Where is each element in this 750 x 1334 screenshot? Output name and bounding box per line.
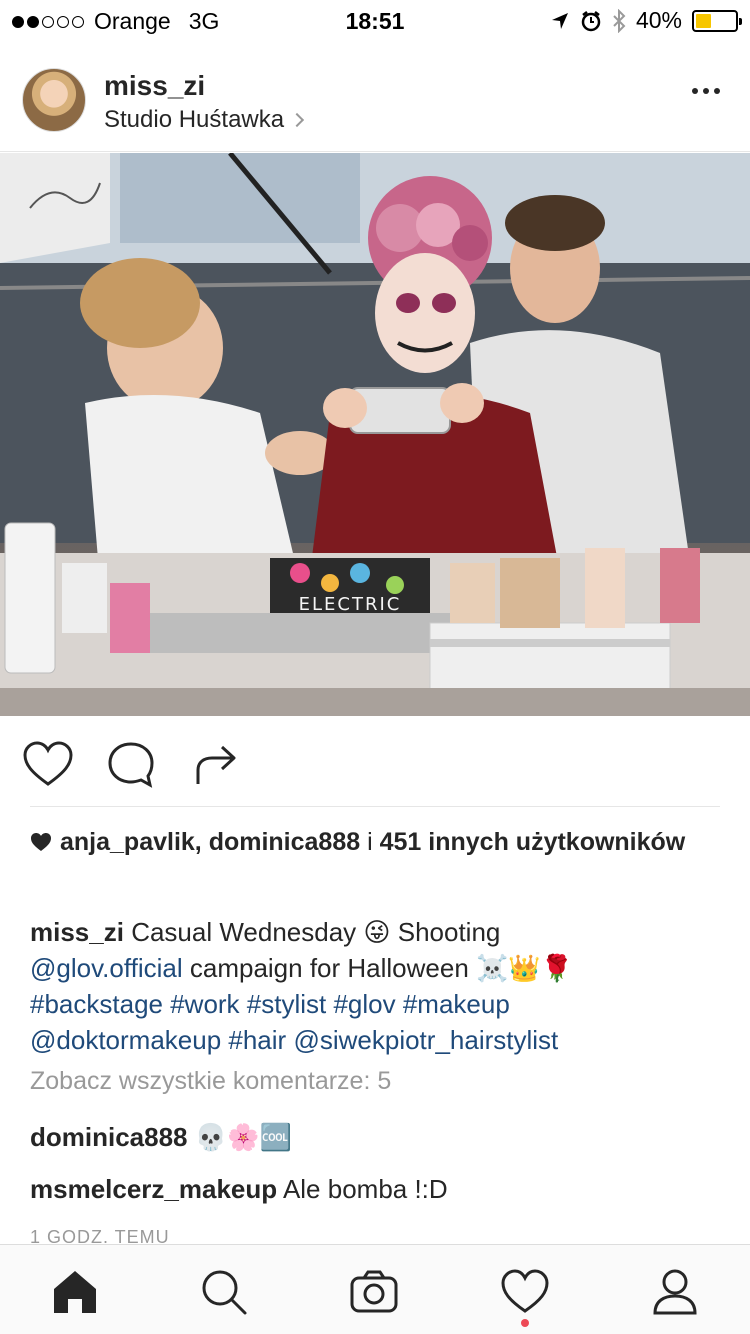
alarm-icon	[581, 10, 601, 31]
location-label[interactable]: Studio Huśtawka	[104, 106, 284, 134]
battery-level	[696, 13, 712, 28]
battery-icon	[692, 9, 742, 32]
comment-user[interactable]: msmelcerz_makeup	[30, 1174, 277, 1204]
comment-item: msmelcerz_makeup Ale bomba !:D	[30, 1174, 448, 1205]
tab-camera[interactable]	[349, 1267, 399, 1317]
small-heart-icon	[31, 833, 51, 851]
share-icon	[196, 745, 236, 784]
post-actions	[0, 730, 750, 800]
tab-search[interactable]	[199, 1267, 249, 1317]
comment-text: Ale bomba !:D	[282, 1174, 448, 1204]
bottom-tab-bar	[0, 1244, 750, 1334]
search-icon	[202, 1270, 247, 1315]
likes-summary[interactable]: anja_pavlik, dominica888 i 451 innych uż…	[30, 826, 720, 859]
palette-label: ELECTRIC	[299, 594, 402, 615]
mention-doktormakeup[interactable]: @doktormakeup	[30, 1025, 221, 1055]
post-photo[interactable]: ELECTRIC	[0, 153, 750, 716]
view-all-comments-link[interactable]: Zobacz wszystkie komentarze: 5	[30, 1067, 391, 1096]
status-right: 40%	[550, 7, 742, 34]
profile-icon	[653, 1269, 697, 1315]
camera-icon	[350, 1270, 398, 1313]
chevron-right-icon	[290, 112, 305, 128]
caption-text-1: Casual Wednesday 😜 Shooting	[131, 917, 501, 947]
avatar[interactable]	[22, 68, 86, 132]
caption-hashtags[interactable]: #backstage #work #stylist #glov #makeup	[30, 989, 510, 1019]
location-icon	[551, 12, 568, 29]
comment-text: 💀🌸🆒	[194, 1122, 292, 1152]
photo-scene: ELECTRIC	[0, 153, 750, 716]
hashtag-hair[interactable]: #hair	[228, 1025, 286, 1055]
mention-glov[interactable]: @glov.official	[30, 953, 183, 983]
post-caption: miss_zi Casual Wednesday 😜 Shooting @glo…	[30, 914, 730, 1058]
share-button[interactable]	[188, 738, 242, 792]
likers-names[interactable]: anja_pavlik, dominica888	[60, 828, 360, 856]
like-button[interactable]	[21, 738, 75, 792]
post-header: miss_zi Studio Huśtawka	[0, 48, 750, 152]
more-options-icon[interactable]	[692, 88, 720, 94]
bluetooth-icon	[613, 8, 626, 33]
tab-home[interactable]	[50, 1267, 100, 1317]
post-location[interactable]: Studio Huśtawka	[104, 106, 305, 134]
comment-user[interactable]: dominica888	[30, 1122, 188, 1152]
comment-button[interactable]	[104, 738, 158, 792]
post-username[interactable]: miss_zi	[104, 70, 205, 102]
home-icon	[54, 1271, 96, 1313]
status-bar: Orange 3G 18:51 40%	[0, 0, 750, 42]
likes-others[interactable]: 451 innych użytkowników	[380, 828, 686, 856]
likes-conjunction: i	[367, 828, 373, 856]
tab-profile[interactable]	[650, 1267, 700, 1317]
notification-dot	[521, 1319, 529, 1327]
heart-icon	[501, 1269, 549, 1313]
battery-percent: 40%	[635, 7, 682, 33]
divider	[30, 806, 720, 807]
heart-icon	[23, 741, 73, 786]
comment-icon	[108, 742, 154, 788]
caption-author[interactable]: miss_zi	[30, 917, 124, 947]
caption-text-2: campaign for Halloween ☠️👑🌹	[189, 953, 574, 983]
comment-item: dominica888 💀🌸🆒	[30, 1122, 292, 1153]
tab-activity[interactable]	[500, 1267, 550, 1317]
mention-siwekpiotr[interactable]: @siwekpiotr_hairstylist	[293, 1025, 558, 1055]
